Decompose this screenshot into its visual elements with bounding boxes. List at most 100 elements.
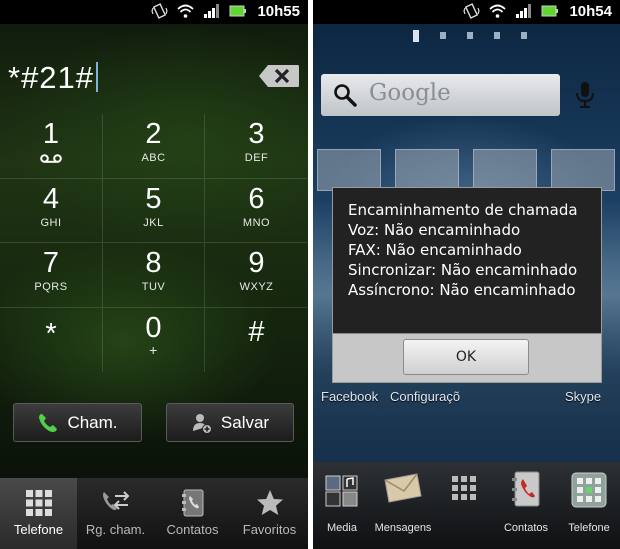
save-contact-button[interactable]: Salvar <box>166 403 294 442</box>
app-tile[interactable] <box>473 149 537 191</box>
key-0[interactable]: 0 + <box>103 307 205 372</box>
app-tile[interactable] <box>317 149 381 191</box>
dialog-line: Sincronizar: Não encaminhado <box>348 261 578 279</box>
search-icon <box>334 84 357 107</box>
key-1[interactable]: 1 <box>0 114 103 179</box>
key-hash[interactable]: # <box>205 308 308 373</box>
key-letters: JKL <box>143 216 164 229</box>
tab-call-log[interactable]: Rg. cham. <box>77 478 154 549</box>
tab-label: Telefone <box>13 522 64 537</box>
call-button[interactable]: Cham. <box>13 403 142 442</box>
dock-media[interactable]: Media <box>313 470 372 548</box>
key-7[interactable]: 7 PQRS <box>0 243 103 308</box>
add-contact-icon <box>192 413 212 434</box>
tab-contacts[interactable]: Contatos <box>154 478 231 549</box>
contacts-book-icon <box>512 471 540 507</box>
dialog-line: Voz: Não encaminhado <box>348 221 521 239</box>
key-digit: 8 <box>145 247 162 279</box>
phone-icon <box>39 413 58 432</box>
page-dot <box>440 32 446 39</box>
google-search-bar[interactable]: Google <box>321 74 560 116</box>
key-letters: + <box>149 341 158 358</box>
signal-icon <box>204 4 219 18</box>
app-label-skype[interactable]: Skype <box>565 389 601 404</box>
page-dot <box>413 30 419 42</box>
tab-favorites[interactable]: Favoritos <box>231 478 308 549</box>
tab-telefone[interactable]: Telefone <box>0 478 77 549</box>
backspace-icon[interactable] <box>258 64 300 88</box>
tab-label: Rg. cham. <box>85 522 146 537</box>
key-letters: GHI <box>40 216 62 229</box>
star-icon <box>256 490 283 515</box>
key-6[interactable]: 6 MNO <box>205 179 308 243</box>
key-4[interactable]: 4 GHI <box>0 178 103 243</box>
dialog-line: Assíncrono: Não encaminhado <box>348 281 576 299</box>
key-9[interactable]: 9 WXYZ <box>205 243 308 308</box>
save-button-label: Salvar <box>220 412 270 432</box>
wifi-icon <box>489 4 506 18</box>
app-tile[interactable] <box>551 149 615 191</box>
battery-icon <box>229 5 246 17</box>
keypad-grid-icon <box>25 490 52 516</box>
dock-contacts[interactable]: Contatos <box>496 470 556 548</box>
key-digit: 5 <box>145 182 162 215</box>
key-letters: ABC <box>141 152 166 164</box>
app-label-settings[interactable]: Configuraçõ <box>390 389 460 404</box>
page-dot <box>521 32 527 39</box>
app-tile[interactable] <box>395 149 459 191</box>
microphone-icon[interactable] <box>575 81 595 109</box>
dialog-footer: OK <box>333 333 601 382</box>
key-digit: # <box>248 315 265 348</box>
dock: Media Mensagens Contatos Telefone <box>313 462 620 549</box>
call-log-icon <box>102 491 129 510</box>
dial-number-field[interactable]: *#21# <box>8 60 99 96</box>
dial-display[interactable]: *#21# <box>0 24 308 114</box>
status-bar: 10h55 <box>0 0 308 24</box>
key-digit: 7 <box>42 247 60 279</box>
tab-label: Favoritos <box>242 522 297 537</box>
call-button-label: Cham. <box>67 412 118 432</box>
dock-phone[interactable]: Telefone <box>559 470 619 548</box>
key-letters: TUV <box>141 281 166 293</box>
key-digit: 3 <box>248 118 265 150</box>
key-star[interactable]: * <box>0 307 103 372</box>
dock-label: Media <box>327 522 357 534</box>
dock-label: Mensagens <box>374 522 432 534</box>
search-label: Google <box>369 80 451 106</box>
key-5[interactable]: 5 JKL <box>103 178 205 243</box>
vibrate-icon <box>463 3 480 19</box>
text-cursor <box>96 62 99 92</box>
media-icon <box>325 475 358 507</box>
key-8[interactable]: 8 TUV <box>103 243 205 308</box>
key-letters: DEF <box>244 152 269 164</box>
key-digit: 9 <box>248 247 265 279</box>
key-letters: MNO <box>242 216 271 229</box>
voicemail-icon <box>40 154 62 163</box>
status-bar: 10h54 <box>313 0 620 24</box>
ok-button[interactable]: OK <box>403 339 529 375</box>
app-drawer-icon <box>452 476 476 500</box>
dock-messages[interactable]: Mensagens <box>373 470 433 548</box>
key-2[interactable]: 2 ABC <box>103 114 205 179</box>
dock-label: Contatos <box>503 522 549 534</box>
key-3[interactable]: 3 DEF <box>205 114 308 179</box>
dialog-line: FAX: Não encaminhado <box>348 241 522 259</box>
wifi-icon <box>177 4 194 18</box>
dial-number-text: *#21# <box>8 60 95 95</box>
keypad: 1 2 ABC 3 DEF 4 GHI 5 JKL 6 MNO 7 PQRS 8 TUV 9 W… <box>0 114 308 372</box>
envelope-icon <box>384 473 422 503</box>
dialog-message: Encaminhamento de chamada Voz: Não encam… <box>348 200 578 300</box>
key-digit: 4 <box>42 182 60 215</box>
signal-icon <box>516 4 531 18</box>
app-label-facebook[interactable]: Facebook <box>321 389 378 404</box>
dialog-line: Encaminhamento de chamada <box>348 201 578 219</box>
tab-bar: Telefone Rg. cham. Contatos Favoritos <box>0 478 308 549</box>
home-screen: 10h54 Google Facebook Configuraçõ Skype … <box>313 0 620 549</box>
page-dot <box>467 32 473 39</box>
key-letters: WXYZ <box>239 281 274 293</box>
phone-keypad-icon <box>571 472 607 508</box>
tab-label: Contatos <box>166 522 219 537</box>
dialer-screen: 10h55 *#21# 1 2 ABC 3 DEF 4 GHI 5 JKL 6 MNO 7… <box>0 0 308 549</box>
dock-apps[interactable] <box>434 470 494 548</box>
contacts-book-icon <box>181 489 203 517</box>
